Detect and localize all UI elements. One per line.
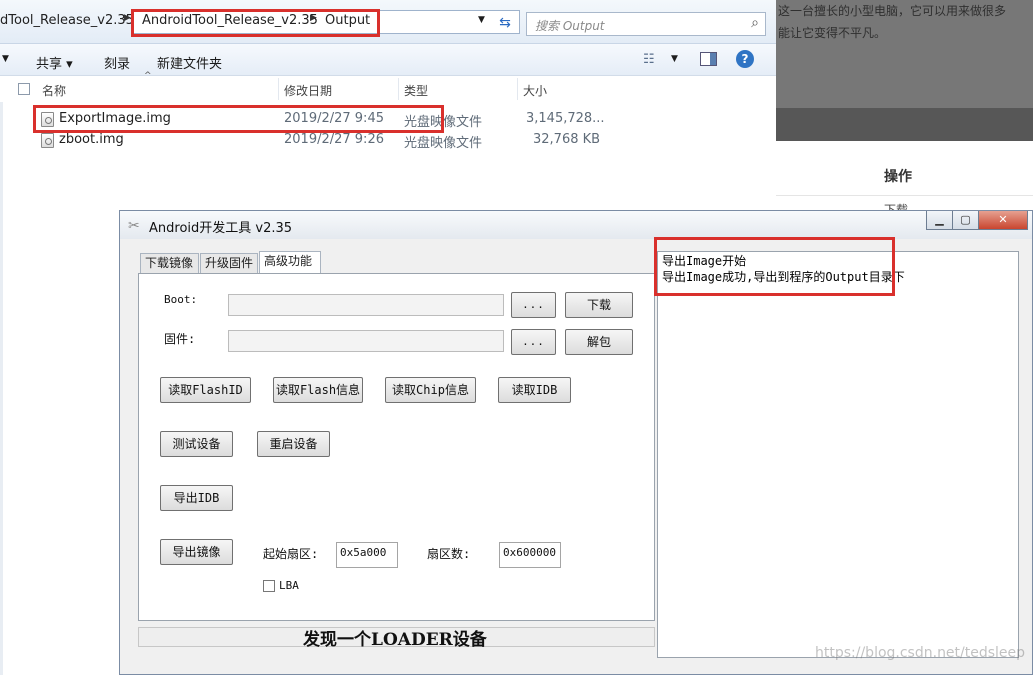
toolbar-dropdown-icon[interactable]: ▼ <box>2 54 9 64</box>
tab-advanced[interactable]: 高级功能 <box>259 251 321 273</box>
tab-download-image[interactable]: 下载镜像 <box>140 253 199 273</box>
explorer-left-edge <box>0 102 3 675</box>
preview-pane-icon[interactable] <box>700 52 717 66</box>
view-options-icon[interactable]: ☷ <box>643 52 655 67</box>
column-name[interactable]: 名称 <box>42 82 66 99</box>
download-button[interactable]: 下载 <box>565 292 633 318</box>
firmware-browse-button[interactable]: ... <box>511 329 556 355</box>
export-idb-button[interactable]: 导出IDB <box>160 485 233 511</box>
address-dropdown-icon[interactable]: ▼ <box>478 15 485 25</box>
file-type: 光盘映像文件 <box>404 136 483 151</box>
read-idb-button[interactable]: 读取IDB <box>498 377 571 403</box>
window-controls: ▁ ▢ ✕ <box>926 211 1030 231</box>
boot-browse-button[interactable]: ... <box>511 292 556 318</box>
breadcrumb-parent[interactable]: dTool_Release_v2.35 <box>0 13 134 28</box>
view-dropdown-icon[interactable]: ▼ <box>671 54 678 64</box>
reboot-device-button[interactable]: 重启设备 <box>257 431 330 457</box>
annotation-highlight-log <box>654 237 895 296</box>
column-date[interactable]: 修改日期 <box>284 82 332 99</box>
file-size: 3,145,728... <box>526 111 605 126</box>
annotation-highlight-address <box>131 9 380 37</box>
background-text-line: 这一台擅长的小型电脑，它可以用来做很多 <box>778 4 1007 18</box>
column-type[interactable]: 类型 <box>404 82 428 99</box>
column-separator[interactable] <box>278 78 279 100</box>
refresh-icon[interactable]: ⇆ <box>493 12 517 34</box>
maximize-button[interactable]: ▢ <box>952 211 979 230</box>
file-row[interactable]: zboot.img 2019/2/27 9:26 光盘映像文件 32,768 K… <box>0 130 776 151</box>
burn-button[interactable]: 刻录 <box>104 53 130 72</box>
tab-upgrade-firmware[interactable]: 升级固件 <box>200 253 258 273</box>
status-text: 发现一个LOADER设备 <box>303 630 487 650</box>
divider <box>776 195 1033 196</box>
search-placeholder: 搜索 Output <box>535 19 605 33</box>
window-title: Android开发工具 v2.35 <box>149 221 293 236</box>
desktop: dTool_Release_v2.35 ▶ AndroidTool_Releas… <box>0 0 1033 675</box>
file-date: 2019/2/27 9:26 <box>284 132 384 147</box>
watermark: https://blog.csdn.net/tedsleep <box>815 645 1026 661</box>
disc-image-file-icon <box>41 133 54 148</box>
start-sector-label: 起始扇区: <box>263 547 319 561</box>
search-input[interactable]: 搜索 Output ⌕ <box>526 12 766 36</box>
share-button[interactable]: 共享 ▾ <box>36 53 73 72</box>
advanced-panel: Boot: ... 下载 固件: ... 解包 读取FlashID 读取Flas… <box>138 273 655 621</box>
breadcrumb-arrow-icon[interactable]: ▶ <box>124 13 131 23</box>
log-output[interactable]: 导出Image开始 导出Image成功,导出到程序的Output目录下 <box>657 251 1019 658</box>
export-image-button[interactable]: 导出镜像 <box>160 539 233 565</box>
boot-path-field[interactable] <box>228 294 504 316</box>
read-chip-info-button[interactable]: 读取Chip信息 <box>385 377 476 403</box>
read-flash-info-button[interactable]: 读取Flash信息 <box>273 377 363 403</box>
start-sector-input[interactable]: 0x5a000 <box>336 542 398 568</box>
help-icon[interactable]: ? <box>736 50 754 68</box>
select-all-checkbox[interactable] <box>18 83 30 95</box>
firmware-path-field[interactable] <box>228 330 504 352</box>
android-tool-window: ✂ Android开发工具 v2.35 ▁ ▢ ✕ 下载镜像 升级固件 高级功能… <box>119 210 1033 675</box>
read-flash-id-button[interactable]: 读取FlashID <box>160 377 251 403</box>
unpack-button[interactable]: 解包 <box>565 329 633 355</box>
app-icon: ✂ <box>128 218 140 234</box>
firmware-label: 固件: <box>164 332 196 346</box>
annotation-highlight-file <box>33 105 444 133</box>
close-button[interactable]: ✕ <box>978 211 1028 230</box>
column-header-row: 名称 修改日期 类型 大小 <box>0 76 776 102</box>
boot-label: Boot: <box>164 293 198 306</box>
sector-count-input[interactable]: 0x600000 <box>499 542 561 568</box>
test-device-button[interactable]: 测试设备 <box>160 431 233 457</box>
background-text-line: 能让它变得不平凡。 <box>778 26 887 40</box>
operation-heading: 操作 <box>884 169 912 185</box>
search-icon[interactable]: ⌕ <box>751 15 759 31</box>
file-name[interactable]: zboot.img <box>59 132 124 147</box>
lba-checkbox[interactable] <box>263 580 275 592</box>
minimize-button[interactable]: ▁ <box>926 211 953 230</box>
column-separator[interactable] <box>517 78 518 100</box>
column-size[interactable]: 大小 <box>523 82 547 99</box>
address-bar-area: dTool_Release_v2.35 ▶ AndroidTool_Releas… <box>0 0 776 44</box>
file-size: 32,768 KB <box>533 132 601 147</box>
title-bar[interactable]: ✂ Android开发工具 v2.35 <box>120 211 1032 239</box>
new-folder-button[interactable]: 新建文件夹 <box>157 53 222 72</box>
lba-label: LBA <box>279 579 299 592</box>
column-separator[interactable] <box>398 78 399 100</box>
sector-count-label: 扇区数: <box>427 547 471 561</box>
background-text: 这一台擅长的小型电脑，它可以用来做很多 能让它变得不平凡。 <box>778 0 1033 44</box>
background-darker-band <box>776 108 1033 141</box>
explorer-toolbar: ▼ 共享 ▾ 刻录 新建文件夹 ☷ ▼ ? <box>0 44 776 76</box>
